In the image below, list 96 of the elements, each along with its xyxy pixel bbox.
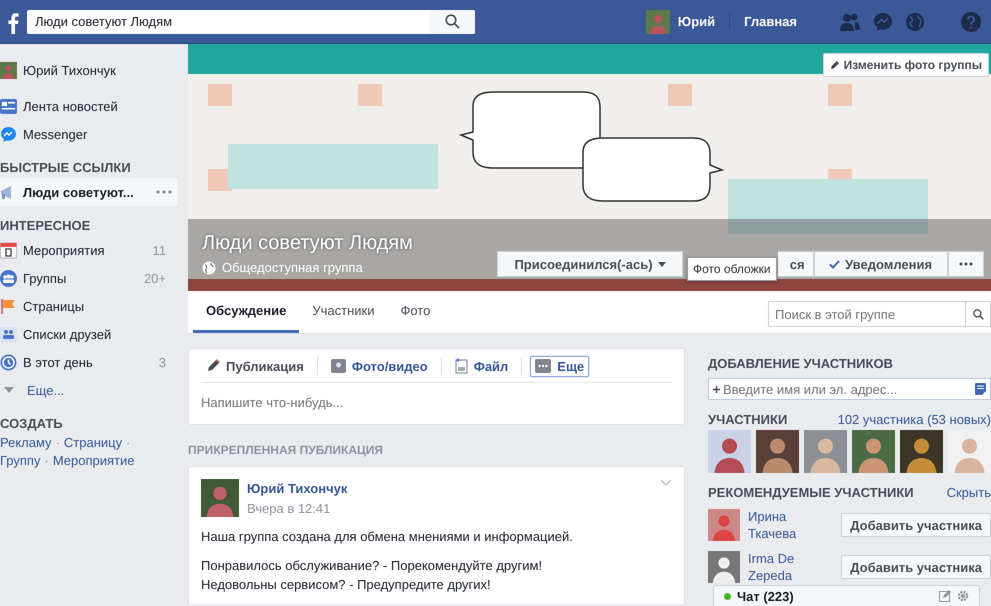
privacy-label: Общедоступная группа xyxy=(222,260,363,275)
clock-icon xyxy=(0,354,17,370)
avatar xyxy=(708,430,751,473)
search-icon xyxy=(444,14,460,29)
composer-tab[interactable]: Файл xyxy=(450,355,514,377)
globe-icon[interactable] xyxy=(905,12,925,32)
section-heading: УЧАСТНИКИ xyxy=(708,412,788,427)
composer-tab[interactable]: Еще xyxy=(530,356,590,376)
sidebar-item[interactable]: В этот день 3 xyxy=(0,348,188,376)
profile-link[interactable]: Юрий xyxy=(678,14,730,29)
search-bar[interactable]: Люди советуют Людям xyxy=(27,10,475,34)
more-icon xyxy=(958,262,973,266)
pencil-icon xyxy=(830,60,840,70)
separator: · xyxy=(56,434,60,452)
help-icon[interactable] xyxy=(961,12,981,32)
sidebar-item[interactable]: Messenger xyxy=(23,126,188,142)
caret-icon xyxy=(658,262,666,266)
separator: · xyxy=(44,452,49,470)
avatar xyxy=(201,479,239,517)
section-heading: СОЗДАТЬ xyxy=(0,416,64,431)
composer-tab[interactable]: Фото/видео xyxy=(326,356,433,376)
sidebar-item[interactable]: Мероприятия 11 xyxy=(0,236,188,264)
messenger-icon xyxy=(0,126,17,142)
newsfeed-icon xyxy=(0,98,17,114)
section-heading: ДОБАВЛЕНИЕ УЧАСТНИКОВ xyxy=(708,356,894,371)
create-link[interactable]: Рекламу xyxy=(0,434,52,452)
avatar xyxy=(852,430,895,473)
groups-icon xyxy=(0,270,17,286)
edit-photo-button[interactable]: Изменить фото группы xyxy=(822,53,989,77)
create-link[interactable]: Мероприятие xyxy=(52,452,135,470)
caret-icon xyxy=(4,387,14,393)
author-link[interactable]: Юрий Тихончук xyxy=(247,481,348,496)
sidebar-item[interactable]: Списки друзей xyxy=(0,320,188,348)
avatar xyxy=(900,430,943,473)
home-link[interactable]: Главная xyxy=(736,14,813,29)
group-button[interactable]: ся xyxy=(778,251,814,277)
file-icon xyxy=(454,358,468,374)
avatar xyxy=(756,430,799,473)
sidebar-item[interactable]: Группы 20+ xyxy=(0,264,188,292)
section-heading: РЕКОМЕНДУЕМЫЕ УЧАСТНИКИ xyxy=(708,485,914,500)
joined-button[interactable]: Присоединился(-ась) xyxy=(497,251,683,277)
check-icon xyxy=(829,260,840,268)
pencil-icon xyxy=(206,359,220,373)
person-link[interactable]: Ирина Ткачева xyxy=(748,508,818,542)
add-member-button[interactable]: Добавить участника xyxy=(841,555,991,579)
search-button[interactable] xyxy=(429,10,475,34)
avatar xyxy=(804,430,847,473)
composer-tab[interactable]: Публикация xyxy=(201,356,309,376)
settings-icon[interactable] xyxy=(957,590,969,602)
plus-icon xyxy=(713,386,720,392)
add-member-bar[interactable]: Введите имя или эл. адрес... xyxy=(708,378,991,400)
section-heading: БЫСТРЫЕ ССЫЛКИ xyxy=(0,160,132,175)
sidebar-item[interactable]: Люди советуют... xyxy=(0,178,178,206)
hide-link[interactable]: Скрыть xyxy=(946,485,991,500)
group-title: Люди советуют Людям xyxy=(202,232,413,255)
avatar xyxy=(708,509,740,541)
avatar xyxy=(708,551,740,583)
create-link[interactable]: Страницу xyxy=(64,434,122,452)
section-heading: ПРИКРЕПЛЕННАЯ ПУБЛИКАЦИЯ xyxy=(188,443,384,457)
sidebar-item[interactable]: Лента новостей xyxy=(23,98,188,114)
chevron-icon[interactable] xyxy=(660,479,672,486)
section-heading: ИНТЕРЕСНОЕ xyxy=(0,218,92,233)
friends-icon xyxy=(0,326,17,342)
note-icon[interactable] xyxy=(975,383,986,395)
messenger-icon[interactable] xyxy=(873,12,893,32)
compose-icon[interactable] xyxy=(939,590,951,602)
person-link[interactable]: Irma De Zepeda xyxy=(748,550,818,584)
search-field[interactable]: Люди советуют Людям xyxy=(27,13,429,30)
tab[interactable]: Участники xyxy=(299,291,388,333)
create-link[interactable]: Группу xyxy=(0,452,40,470)
flag-icon xyxy=(0,298,17,314)
chat-bar[interactable]: Чат (223) xyxy=(713,585,980,606)
avatar xyxy=(646,10,670,34)
globe-icon xyxy=(202,260,216,274)
group-search-bar[interactable]: Поиск в этой группе xyxy=(768,301,991,327)
notifications-button[interactable]: Уведомления xyxy=(814,251,948,277)
chat-label: Чат (223) xyxy=(737,588,794,604)
post-text: Понравилось обслуживание? - Порекомендуйте другим! Недовольны сервисом? - Предупредите других! xyxy=(201,557,544,594)
more-button[interactable] xyxy=(948,251,984,277)
tab[interactable]: Обсуждение xyxy=(193,291,300,333)
avatar xyxy=(0,62,17,78)
more-icon[interactable] xyxy=(156,190,172,194)
tab[interactable]: Фото xyxy=(387,291,444,333)
tooltip: Фото обложки xyxy=(687,257,777,281)
post-text: Наша группа создана для обмена мнениями и информацией. xyxy=(201,528,574,546)
search-icon[interactable] xyxy=(972,308,984,320)
separator: · xyxy=(126,434,130,452)
profile-link[interactable]: Юрий Тихончук xyxy=(23,62,188,78)
camera-icon xyxy=(330,359,346,373)
sidebar-item[interactable]: Страницы xyxy=(0,292,188,320)
more-link[interactable]: Еще... xyxy=(0,376,188,404)
friends-icon[interactable] xyxy=(839,12,861,32)
add-member-button[interactable]: Добавить участника xyxy=(841,513,991,537)
calendar-icon xyxy=(0,242,17,258)
members-count-link[interactable]: 102 участника (53 новых) xyxy=(838,412,991,427)
more-icon xyxy=(535,359,552,373)
